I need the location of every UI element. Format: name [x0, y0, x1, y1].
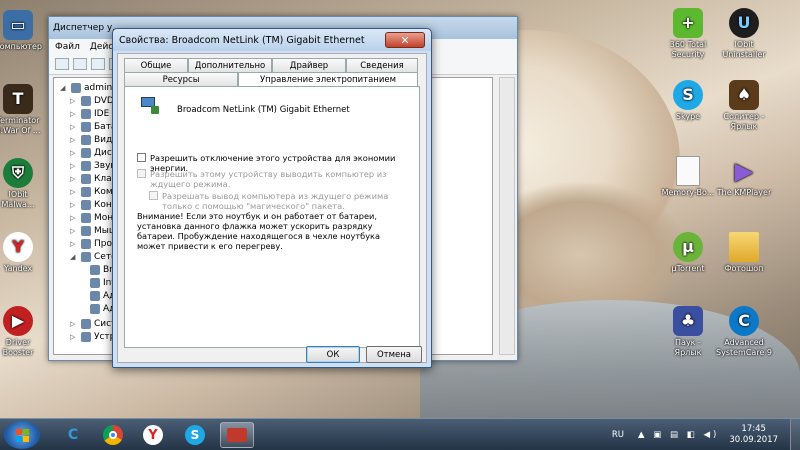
- close-button[interactable]: ✕: [385, 32, 425, 48]
- desktop-icon-iobit-malware[interactable]: ⛨ IObit Malwa...: [0, 158, 50, 210]
- properties-dialog[interactable]: Свойства: Broadcom NetLink (TM) Gigabit …: [112, 28, 432, 368]
- start-button[interactable]: [4, 421, 40, 449]
- yandex-icon: Y: [3, 232, 33, 262]
- allow-wake-label: Разрешить этому устройству выводить комп…: [150, 169, 387, 189]
- solitaire-icon: ♠: [729, 80, 759, 110]
- taskbar: C Y S RU ▲ ▣ ▤ ◧ ◀) 17:45 30.09.2017: [0, 418, 800, 450]
- desktop-icon-yandex[interactable]: Y Yandex: [0, 232, 50, 274]
- allow-wake-checkbox[interactable]: Разрешить этому устройству выводить комп…: [137, 169, 397, 189]
- iobit-uninstaller-icon: U: [729, 8, 759, 38]
- power-management-page: Broadcom NetLink (TM) Gigabit Ethernet Р…: [124, 86, 420, 348]
- show-desktop-button[interactable]: [790, 419, 800, 450]
- properties-icon[interactable]: [91, 58, 105, 70]
- close-icon: ✕: [400, 33, 410, 47]
- tab-driver[interactable]: Драйвер: [272, 58, 346, 72]
- advanced-systemcare-icon: C: [67, 427, 79, 443]
- desktop-icon-iobit-uninstaller[interactable]: U IObit Uninstaller: [712, 8, 776, 60]
- language-indicator[interactable]: RU: [612, 430, 624, 440]
- device-name: Broadcom NetLink (TM) Gigabit Ethernet: [177, 105, 350, 115]
- chrome-icon: [103, 425, 123, 445]
- 360-security-icon: +: [673, 8, 703, 38]
- desktop-icon-solitaire[interactable]: ♠ Солитер - Ярлык: [712, 80, 776, 132]
- cancel-button[interactable]: Отмена: [366, 346, 422, 363]
- ok-button[interactable]: ОК: [306, 346, 360, 363]
- tab-power-management[interactable]: Управление электропитанием: [238, 72, 418, 87]
- utorrent-icon: µ: [673, 232, 703, 262]
- tab-general[interactable]: Общие: [124, 58, 188, 72]
- tab-resources[interactable]: Ресурсы: [124, 72, 238, 86]
- terminator-game-icon: T: [3, 84, 33, 114]
- desktop-icon-photoshop-folder[interactable]: Фотошоп: [712, 232, 776, 274]
- system-tray: RU ▲ ▣ ▤ ◧ ◀) 17:45 30.09.2017: [612, 419, 800, 450]
- desktop-icon-utorrent[interactable]: µ µTorrent: [656, 232, 720, 274]
- windows-logo-icon: [15, 428, 29, 442]
- forward-icon[interactable]: [73, 58, 87, 70]
- checkbox-box[interactable]: [137, 153, 146, 162]
- network-adapter-icon: [141, 97, 161, 115]
- taskbar-yandex[interactable]: Y: [136, 422, 170, 448]
- spider-solitaire-icon: ♣: [673, 306, 703, 336]
- computer-icon: ▭: [3, 10, 33, 40]
- clock[interactable]: 17:45 30.09.2017: [729, 424, 778, 446]
- driver-booster-icon: ▶: [3, 306, 33, 336]
- skype-icon: S: [185, 425, 205, 445]
- advanced-systemcare-icon: C: [729, 306, 759, 336]
- document-icon: [676, 156, 700, 186]
- clock-date: 30.09.2017: [729, 435, 778, 445]
- folder-icon: [729, 232, 759, 262]
- clock-time: 17:45: [741, 424, 766, 434]
- taskbar-skype[interactable]: S: [178, 422, 212, 448]
- menu-file[interactable]: Файл: [55, 42, 80, 52]
- desktop-icon-advanced-systemcare[interactable]: C Advanced SystemCare 9: [712, 306, 776, 358]
- tab-advanced[interactable]: Дополнительно: [188, 58, 272, 72]
- checkbox-box[interactable]: [137, 169, 146, 178]
- skype-icon: S: [673, 80, 703, 110]
- device-manager-title: Диспетчер у...: [53, 23, 121, 33]
- tab-details[interactable]: Сведения: [346, 58, 418, 72]
- dialog-title: Свойства: Broadcom NetLink (TM) Gigabit …: [119, 34, 365, 46]
- iobit-malware-icon: ⛨: [3, 158, 33, 188]
- dialog-titlebar[interactable]: Свойства: Broadcom NetLink (TM) Gigabit …: [113, 29, 431, 51]
- desktop-icon-skype[interactable]: S Skype: [656, 80, 720, 122]
- device-tree-scrollbar[interactable]: [499, 77, 515, 355]
- back-icon[interactable]: [55, 58, 69, 70]
- desktop-icon-computer[interactable]: ▭ Компьютер: [0, 10, 50, 52]
- tabs-row-2: Ресурсы Управление электропитанием: [124, 72, 418, 87]
- device-manager-icon: [227, 428, 247, 442]
- magic-packet-label: Разрешать вывод компьютера из ждущего ре…: [162, 191, 389, 211]
- dialog-body: Общие Дополнительно Драйвер Сведения Рес…: [117, 53, 427, 363]
- checkbox-box[interactable]: [149, 191, 158, 200]
- desktop-icon-kmplayer[interactable]: ▶ The KMPlayer: [712, 156, 776, 198]
- desktop-icon-360-security[interactable]: + 360 Total Security: [656, 8, 720, 60]
- magic-packet-checkbox[interactable]: Разрешать вывод компьютера из ждущего ре…: [149, 191, 411, 211]
- yandex-icon: Y: [143, 425, 163, 445]
- desktop-icon-spider[interactable]: ♣ Паук - Ярлык: [656, 306, 720, 358]
- taskbar-chrome[interactable]: [96, 422, 130, 448]
- taskbar-device-manager[interactable]: [220, 422, 254, 448]
- warning-text: Внимание! Если это ноутбук и он работает…: [137, 211, 381, 251]
- kmplayer-icon: ▶: [734, 157, 754, 185]
- taskbar-advanced-systemcare[interactable]: C: [56, 422, 90, 448]
- desktop-icon-terminator[interactable]: T Terminator 3.War Of ...: [0, 84, 50, 136]
- desktop-icon-driver-booster[interactable]: ▶ Driver Booster: [0, 306, 50, 358]
- tray-icons[interactable]: ▲ ▣ ▤ ◧ ◀): [638, 430, 719, 440]
- desktop-icon-memory[interactable]: Memory-Bo...: [656, 156, 720, 198]
- tabs-row-1: Общие Дополнительно Драйвер Сведения: [124, 58, 418, 72]
